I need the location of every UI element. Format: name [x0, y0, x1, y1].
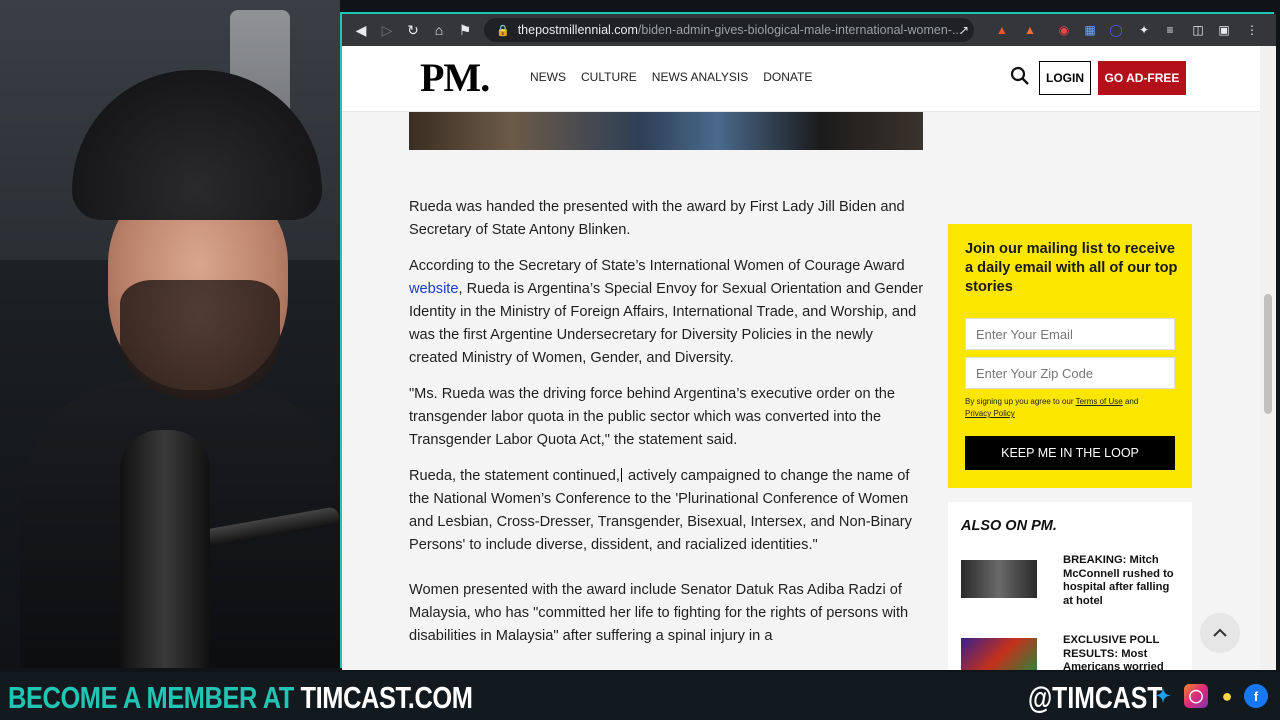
zip-code-input[interactable]: Enter Your Zip Code — [965, 357, 1175, 389]
terms-of-use-link[interactable]: Terms of Use — [1076, 397, 1123, 406]
back-icon[interactable]: ◀ — [348, 17, 374, 43]
stream-banner: BECOME A MEMBER AT TIMCAST.COM @TIMCAST — [0, 672, 1280, 720]
story-thumbnail[interactable] — [961, 638, 1037, 670]
puzzle-icon[interactable]: ✦ — [1134, 20, 1154, 40]
paragraph-text: , Rueda is Argentina’s Special Envoy for… — [409, 281, 924, 366]
url-path: /biden-admin-gives-biological-male-inter… — [637, 23, 963, 37]
keep-me-in-the-loop-button[interactable]: KEEP ME IN THE LOOP — [965, 436, 1175, 470]
site-logo[interactable]: PM. — [420, 54, 490, 101]
article-paragraph: Rueda, the statement continued, actively … — [409, 465, 925, 557]
terms-text: and — [1122, 397, 1139, 406]
membership-promo: BECOME A MEMBER AT TIMCAST.COM — [8, 680, 473, 716]
article-paragraph: "Ms. Rueda was the driving force behind … — [409, 386, 895, 448]
brave-shield-icon[interactable]: ▲ — [992, 20, 1012, 40]
chevron-up-icon — [1213, 628, 1227, 637]
website-link[interactable]: website — [409, 281, 458, 297]
text-cursor-icon — [620, 468, 627, 482]
page-scrollbar[interactable] — [1260, 46, 1276, 670]
story-headline[interactable]: EXCLUSIVE POLL RESULTS: Most Americans w… — [1063, 634, 1181, 670]
article-paragraph: Rueda was handed the presented with the … — [409, 199, 905, 238]
email-input[interactable]: Enter Your Email — [965, 318, 1175, 350]
extension-icon[interactable]: ◉ — [1054, 20, 1074, 40]
brave-rewards-icon[interactable]: ▲ — [1020, 20, 1040, 40]
sidebar-icon[interactable]: ◫ — [1188, 20, 1208, 40]
twitter-icon: ✦ — [1155, 685, 1171, 706]
host-beard — [120, 280, 280, 400]
microphone — [120, 430, 210, 668]
article-body: Rueda was handed the presented with the … — [409, 196, 925, 661]
site-nav: NEWS CULTURE NEWS ANALYSIS DONATE — [530, 70, 812, 84]
login-button[interactable]: LOGIN — [1039, 61, 1091, 95]
reload-icon[interactable]: ↻ — [400, 17, 426, 43]
newsletter-signup: Join our mailing list to receive a daily… — [948, 224, 1192, 488]
nav-news-analysis[interactable]: NEWS ANALYSIS — [652, 70, 748, 84]
newsletter-heading: Join our mailing list to receive a daily… — [965, 241, 1178, 295]
article-paragraph: According to the Secretary of State’s In… — [409, 255, 925, 370]
translate-icon[interactable]: ▦ — [1080, 20, 1100, 40]
bookmark-icon[interactable]: ⚑ — [452, 17, 478, 43]
social-handle: @TIMCAST — [1028, 680, 1163, 715]
go-ad-free-button[interactable]: GO AD-FREE — [1098, 61, 1186, 95]
site-header: PM. NEWS CULTURE NEWS ANALYSIS DONATE LO… — [342, 46, 1260, 112]
wallet-icon[interactable]: ▣ — [1214, 20, 1234, 40]
promo-site: TIMCAST.COM — [300, 680, 473, 715]
story-thumbnail[interactable] — [961, 560, 1037, 598]
address-bar[interactable]: 🔒 thepostmillennial.com /biden-admin-giv… — [484, 18, 974, 42]
shield-icon[interactable]: ◯ — [1106, 20, 1126, 40]
url-domain: thepostmillennial.com — [517, 23, 638, 37]
share-icon[interactable]: ↗ — [954, 20, 974, 40]
nav-news[interactable]: NEWS — [530, 70, 566, 84]
newsletter-terms: By signing up you agree to our Terms of … — [965, 396, 1180, 420]
privacy-policy-link[interactable]: Privacy Policy — [965, 409, 1015, 418]
terms-text: By signing up you agree to our — [965, 397, 1076, 406]
home-icon[interactable]: ⌂ — [426, 17, 452, 43]
instagram-icon: ◯ — [1184, 684, 1208, 708]
scroll-to-top-button[interactable] — [1200, 613, 1240, 653]
also-on-heading: ALSO ON PM. — [961, 518, 1057, 534]
browser-window: ◀ ▷ ↻ ⌂ ⚑ 🔒 thepostmillennial.com /biden… — [340, 12, 1276, 670]
search-icon[interactable] — [1010, 66, 1030, 86]
facebook-icon: f — [1244, 684, 1268, 708]
menu-icon[interactable]: ⋮ — [1242, 20, 1262, 40]
nav-culture[interactable]: CULTURE — [581, 70, 637, 84]
web-page: PM. NEWS CULTURE NEWS ANALYSIS DONATE LO… — [342, 46, 1276, 670]
promo-prefix: BECOME A MEMBER AT — [8, 680, 301, 715]
article-paragraph: Women presented with the award include S… — [409, 582, 909, 644]
also-on-pm: ALSO ON PM. BREAKING: Mitch McConnell ru… — [948, 502, 1192, 670]
scrollbar-thumb[interactable] — [1264, 294, 1272, 414]
media-icon[interactable]: ≡ — [1160, 20, 1180, 40]
nav-donate[interactable]: DONATE — [763, 70, 812, 84]
browser-toolbar: ◀ ▷ ↻ ⌂ ⚑ 🔒 thepostmillennial.com /biden… — [342, 14, 1276, 46]
lightbulb-icon: ● — [1221, 685, 1233, 706]
story-headline[interactable]: BREAKING: Mitch McConnell rushed to hosp… — [1063, 554, 1181, 608]
webcam-feed — [0, 0, 340, 668]
lock-icon: 🔒 — [496, 24, 510, 37]
paragraph-text: Rueda, the statement continued, — [409, 468, 620, 484]
paragraph-text: According to the Secretary of State’s In… — [409, 258, 905, 274]
article-hero-image — [409, 112, 923, 150]
forward-icon[interactable]: ▷ — [374, 17, 400, 43]
